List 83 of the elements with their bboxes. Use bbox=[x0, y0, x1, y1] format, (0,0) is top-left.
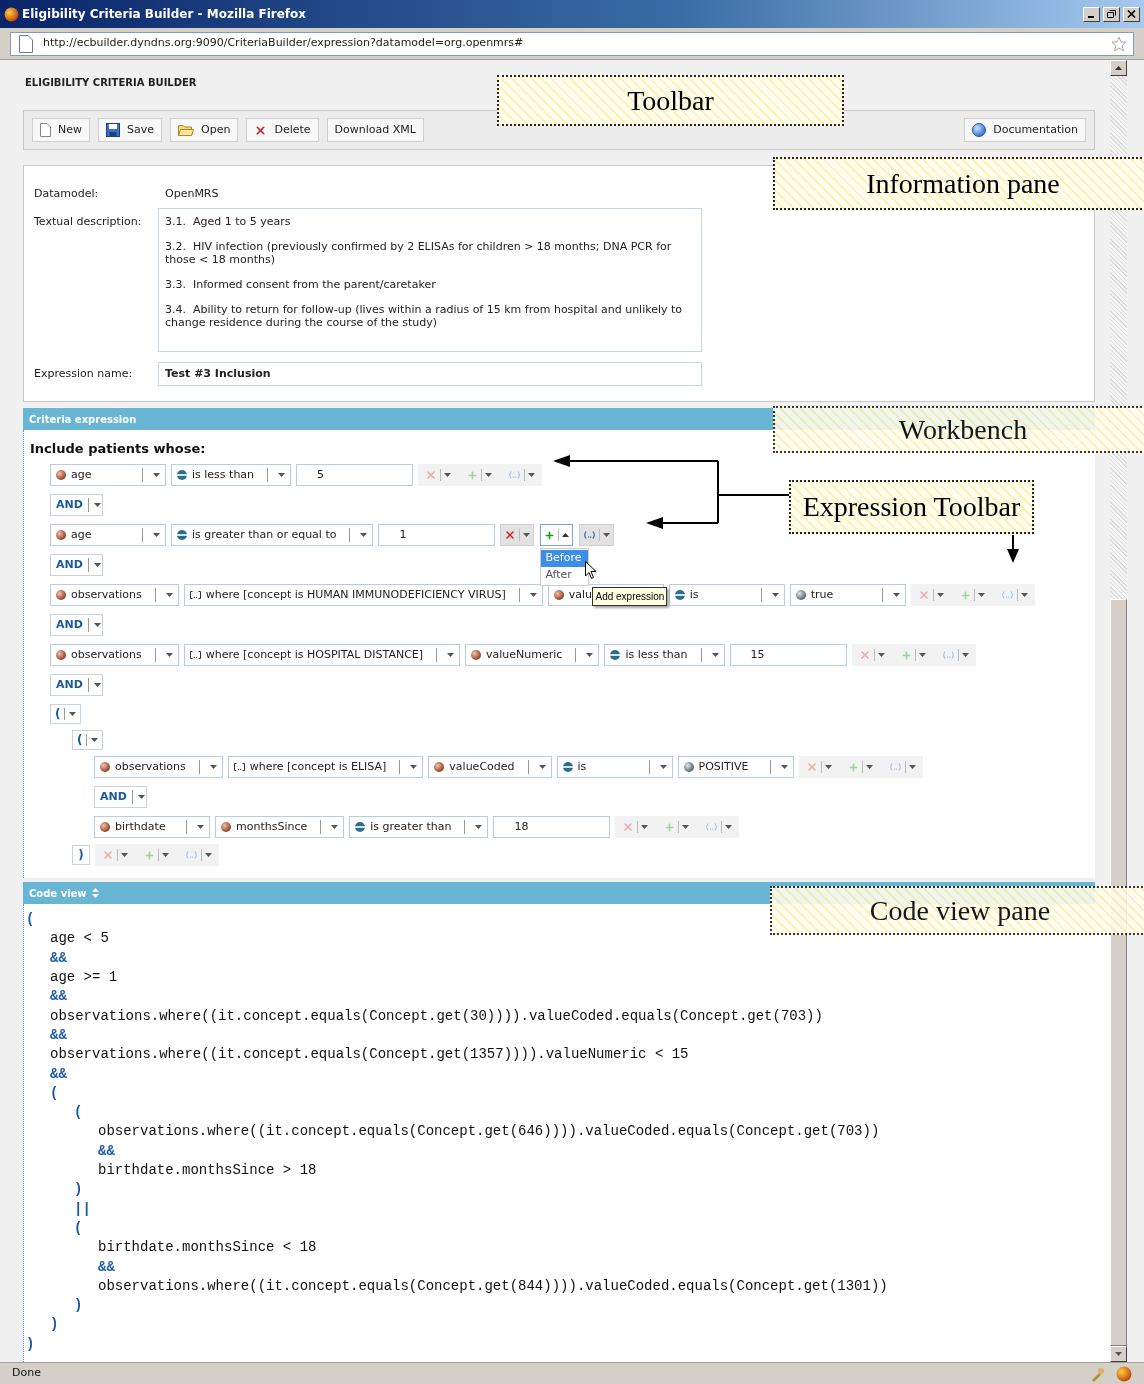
code-line: ) bbox=[50, 1315, 59, 1335]
dropdown[interactable]: birthdate bbox=[94, 816, 210, 838]
datamodel-value: OpenMRS bbox=[164, 185, 219, 202]
toolbar-button[interactable]: Download XML bbox=[326, 118, 424, 142]
code-line: ( bbox=[26, 910, 35, 930]
dropdown[interactable]: is greater than bbox=[349, 816, 489, 838]
code-line: birthdate.monthsSince < 18 bbox=[98, 1238, 317, 1258]
toolbar-button[interactable]: Documentation bbox=[964, 118, 1086, 142]
code-line: ) bbox=[74, 1180, 83, 1200]
code-line: && bbox=[50, 987, 67, 1007]
code-line: age >= 1 bbox=[50, 968, 118, 988]
toolbar-button[interactable]: New bbox=[32, 118, 90, 142]
operator-dropdown[interactable]: AND bbox=[50, 554, 103, 576]
description-paragraph: 3.3. Informed consent from the parent/caretaker bbox=[165, 278, 437, 291]
dropdown[interactable]: monthsSince bbox=[215, 816, 345, 838]
code-line: || bbox=[74, 1199, 91, 1219]
toolbar-button[interactable]: Save bbox=[98, 118, 162, 142]
dropdown[interactable]: age bbox=[50, 464, 166, 486]
dropdown[interactable]: observations bbox=[50, 644, 179, 666]
dropdown[interactable]: where [concept is HUMAN IMMUNODEFICIENCY VIRUS] bbox=[183, 584, 543, 606]
app-title: ELIGIBILITY CRITERIA BUILDER bbox=[24, 77, 198, 89]
description-paragraph: 3.1. Aged 1 to 5 years bbox=[165, 215, 292, 228]
parenthesis-dropdown[interactable]: ( bbox=[50, 704, 82, 724]
tooltip: Add expression bbox=[592, 587, 668, 606]
code-line: ( bbox=[74, 1103, 83, 1123]
code-line: ( bbox=[50, 1083, 59, 1103]
dropdown[interactable]: true bbox=[789, 584, 906, 606]
dropdown[interactable]: observations bbox=[94, 756, 223, 778]
toolbar-button[interactable]: Delete bbox=[246, 118, 319, 142]
dropdown[interactable]: is bbox=[556, 756, 673, 778]
code-line: ) bbox=[26, 1334, 35, 1354]
code-line: && bbox=[50, 948, 67, 968]
code-line: observations.where((it.concept.equals(Concept.get(30)))).valueCoded.equals(Concept.get(703)) bbox=[50, 1006, 823, 1026]
code-line: birthdate.monthsSince > 18 bbox=[98, 1161, 317, 1180]
expression-name-field[interactable]: Test #3 Inclusion bbox=[158, 362, 702, 386]
value-field[interactable]: 15 bbox=[729, 644, 847, 666]
dropdown[interactable]: age bbox=[50, 524, 166, 546]
status-text: Done bbox=[12, 1365, 42, 1382]
address-field[interactable]: http://ecbuilder.dyndns.org:9090/CriteriaBuilder/expression?datamodel=org.openmrs# bbox=[10, 31, 1134, 56]
operator-dropdown[interactable]: AND bbox=[50, 494, 103, 516]
dropdown[interactable]: where [concept is HOSPITAL DISTANCE] bbox=[183, 644, 461, 666]
code-line: observations.where((it.concept.equals(Concept.get(1357)))).valueNumeric < 15 bbox=[50, 1045, 689, 1065]
dropdown[interactable]: is less than bbox=[171, 464, 292, 486]
window-title: Eligibility Criteria Builder - Mozilla Firefox bbox=[22, 6, 308, 23]
field-label: Expression name: bbox=[34, 365, 134, 382]
dropdown[interactable]: POSITIVE bbox=[677, 756, 794, 778]
field-label: Datamodel: bbox=[34, 185, 100, 202]
value-field[interactable]: 18 bbox=[493, 816, 611, 838]
field-label: Textual description: bbox=[34, 214, 143, 230]
code-line: && bbox=[98, 1257, 115, 1277]
operator-dropdown[interactable]: AND bbox=[50, 674, 103, 696]
closing-parenthesis: ) bbox=[72, 845, 90, 865]
code-line: && bbox=[50, 1064, 67, 1084]
section-title: Code view bbox=[29, 886, 87, 901]
dropdown[interactable]: valueCoded bbox=[428, 756, 552, 778]
parenthesis-dropdown[interactable]: ( bbox=[72, 730, 104, 750]
code-line: age < 5 bbox=[50, 929, 109, 949]
dropdown[interactable]: is greater than or equal to bbox=[171, 524, 374, 546]
callout-label: Code view pane bbox=[770, 886, 1144, 935]
code-line: observations.where((it.concept.equals(Concept.get(844)))).valueCoded.equals(Concept.get(1301)) bbox=[98, 1276, 888, 1296]
code-line: && bbox=[50, 1025, 67, 1045]
dropdown[interactable]: is bbox=[668, 584, 785, 606]
operator-dropdown[interactable]: AND bbox=[94, 786, 147, 808]
description-paragraph: 3.4. Ability to return for follow-up (lives within a radius of 15 km from hospital and unlikely to change residence during the course of the study) bbox=[165, 303, 684, 329]
code-line: && bbox=[98, 1141, 115, 1161]
code-line: ) bbox=[74, 1296, 83, 1316]
criteria-heading: Include patients whose: bbox=[29, 440, 206, 458]
dropdown[interactable]: valueNumeric bbox=[465, 644, 600, 666]
operator-dropdown[interactable]: AND bbox=[50, 614, 103, 636]
code-line: ( bbox=[74, 1218, 83, 1238]
dropdown[interactable]: is less than bbox=[604, 644, 725, 666]
code-line: observations.where((it.concept.equals(Concept.get(646)))).valueCoded.equals(Concept.get(703)) bbox=[98, 1122, 880, 1142]
callout-label: Toolbar bbox=[497, 75, 844, 126]
callout-label: Expression Toolbar bbox=[789, 480, 1034, 534]
dropdown[interactable]: observations bbox=[50, 584, 179, 606]
dropdown[interactable]: where [concept is ELISA] bbox=[227, 756, 424, 778]
value-field[interactable]: 1 bbox=[378, 524, 496, 546]
description-paragraph: 3.2. HIV infection (previously confirmed by 2 ELISAs for children > 18 months; DNA PCR for those < 18 months) bbox=[165, 240, 673, 266]
callout-label: Information pane bbox=[773, 157, 1144, 210]
menu-item[interactable]: After bbox=[541, 567, 589, 584]
callout-label: Workbench bbox=[773, 406, 1144, 453]
value-field[interactable]: 5 bbox=[296, 464, 414, 486]
toolbar-button[interactable]: Open bbox=[170, 118, 239, 142]
